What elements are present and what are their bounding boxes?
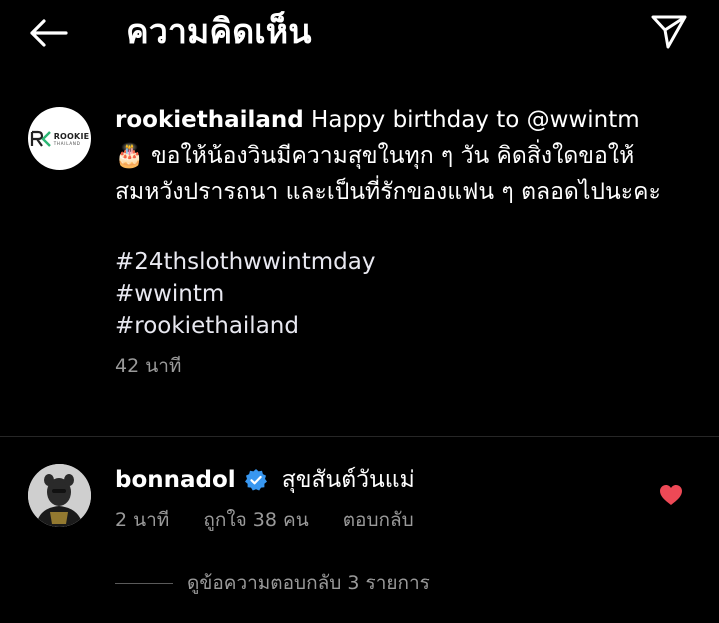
page-title: ความคิดเห็น	[126, 12, 312, 52]
arrow-left-icon	[30, 19, 68, 47]
avatar[interactable]: ROOKIE THAILAND	[28, 107, 91, 170]
divider	[0, 436, 719, 437]
comment-username[interactable]: bonnadol	[115, 464, 236, 496]
back-button[interactable]	[22, 12, 74, 54]
caption-timestamp: 42 นาที	[115, 355, 182, 377]
view-replies-label: ดูข้อความตอบกลับ 3 รายการ	[187, 572, 430, 594]
paper-plane-icon	[651, 15, 687, 49]
comment-timestamp: 2 นาที	[115, 509, 170, 531]
caption-body: rookiethailand Happy birthday to @wwintm…	[115, 102, 695, 378]
comment-meta: 2 นาที ถูกใจ 38 คน ตอบกลับ	[115, 507, 448, 533]
comment-item: bonnadol สุขสันต์วันแม่ 2 นาที ถูกใจ 38 …	[0, 450, 719, 550]
replies-line	[115, 582, 173, 584]
heart-icon[interactable]	[659, 484, 683, 506]
reply-button[interactable]: ตอบกลับ	[343, 507, 414, 533]
logo-subtext: THAILAND	[53, 140, 81, 146]
share-button[interactable]	[647, 10, 691, 54]
view-replies-button[interactable]: ดูข้อความตอบกลับ 3 รายการ	[115, 568, 430, 598]
hashtag-link[interactable]: #wwintm	[115, 278, 695, 310]
hashtag-list: #24thslothwwintmday #wwintm #rookiethail…	[115, 246, 695, 342]
comment-line: bonnadol สุขสันต์วันแม่	[115, 464, 415, 496]
verified-badge-icon	[244, 468, 268, 492]
logo-word: ROOKIE	[53, 131, 90, 141]
caption-first-line: Happy birthday to @wwintm	[303, 107, 640, 133]
hashtag-link[interactable]: #24thslothwwintmday	[115, 246, 695, 278]
user-photo-icon	[28, 464, 91, 527]
rookie-thailand-logo: ROOKIE THAILAND	[30, 130, 90, 148]
header-bar: ความคิดเห็น	[0, 0, 719, 66]
hashtag-link[interactable]: #rookiethailand	[115, 310, 695, 342]
caption-text: 🎂 ขอให้น้องวินมีความสุขในทุก ๆ วัน คิดสิ…	[115, 143, 661, 205]
caption-username[interactable]: rookiethailand	[115, 107, 304, 133]
avatar[interactable]	[28, 464, 91, 527]
comment-likes-count[interactable]: ถูกใจ 38 คน	[203, 507, 308, 533]
comment-text: สุขสันต์วันแม่	[281, 467, 415, 493]
rk-logo-icon	[30, 130, 51, 147]
